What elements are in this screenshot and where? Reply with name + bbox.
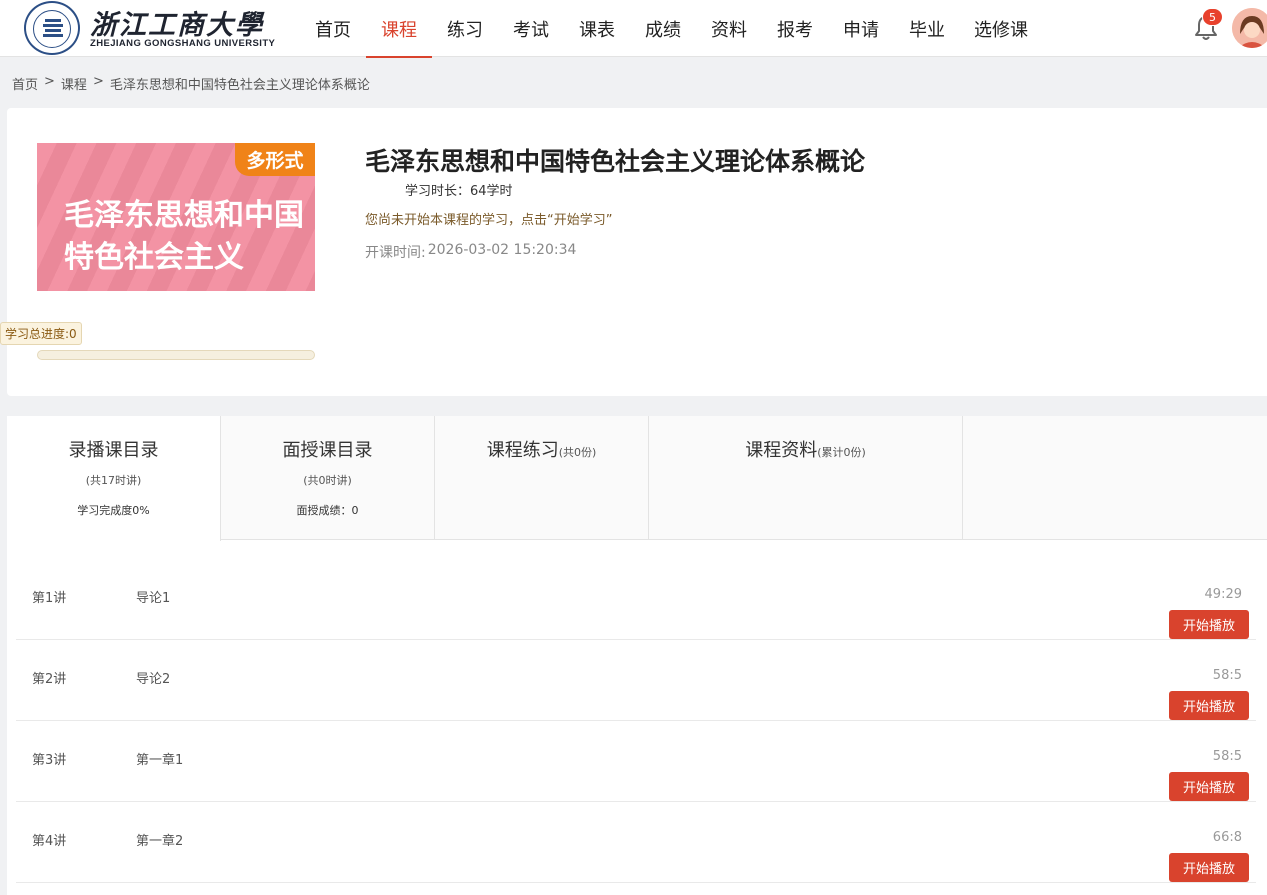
user-avatar[interactable] [1232,8,1267,48]
start-play-button[interactable]: 开始播放 [1169,691,1249,720]
main-nav: 首页 课程 练习 考试 课表 成绩 资料 报考 申请 毕业 选修课 [300,0,1042,58]
lesson-row: 第3讲 第一章1 58:5 开始播放 [16,721,1256,802]
course-start-time: 开课时间: 2026-03-02 15:20:34 [365,242,576,262]
breadcrumb-separator: > [92,74,104,89]
lesson-number: 第2讲 [32,672,67,687]
logo-english-name: ZHEJIANG GONGSHANG UNIVERSITY [90,38,276,49]
lesson-row: 第4讲 第一章2 66:8 开始播放 [16,802,1256,883]
lesson-number: 第1讲 [32,591,67,606]
lesson-duration: 58:5 [1212,749,1242,764]
avatar-icon [1232,8,1267,48]
tab-lesson-count: (共17时讲) [85,474,142,487]
notification-count-badge: 5 [1202,8,1223,26]
nav-materials[interactable]: 资料 [696,0,762,57]
course-cover-image: 多形式 毛泽东思想和中国特色社会主义 [37,143,315,291]
nav-practice[interactable]: 练习 [432,0,498,57]
lesson-name[interactable]: 第一章2 [136,830,183,849]
lesson-name[interactable]: 第一章1 [136,749,183,768]
tab-score: 面授成绩：0 [296,504,359,517]
nav-grades[interactable]: 成绩 [630,0,696,57]
cover-title: 毛泽东思想和中国特色社会主义 [64,198,304,275]
breadcrumb-courses[interactable]: 课程 [61,74,87,93]
start-time-label: 开课时间: [365,245,426,261]
lesson-number: 第4讲 [32,834,67,849]
lesson-duration: 66:8 [1212,830,1242,845]
logo-chinese-name: 浙江工商大學 [90,10,264,41]
progress-bar [37,350,315,360]
tab-count: (共0份) [558,446,597,459]
nav-applications[interactable]: 申请 [828,0,894,57]
nav-graduation[interactable]: 毕业 [894,0,960,57]
lesson-row: 第1讲 导论1 49:29 开始播放 [16,559,1256,640]
nav-exams[interactable]: 考试 [498,0,564,57]
lesson-number: 第3讲 [32,753,67,768]
breadcrumb-home[interactable]: 首页 [12,74,38,93]
tab-title: 课程资料(累计0份) [745,440,866,461]
lesson-name[interactable]: 导论1 [136,587,170,606]
lesson-duration: 49:29 [1204,587,1242,602]
breadcrumb-current: 毛泽东思想和中国特色社会主义理论体系概论 [109,78,370,93]
tab-lesson-count: (共0时讲) [303,474,352,487]
course-tabs: 录播课目录 (共17时讲) 学习完成度0% 面授课目录 (共0时讲) 面授成绩：… [7,416,1267,541]
breadcrumb: 首页 > 课程 > 毛泽东思想和中国特色社会主义理论体系概论 [12,74,370,93]
lesson-list: 第1讲 导论1 49:29 开始播放 第2讲 导论2 58:5 开始播放 第3讲… [16,559,1256,883]
start-play-button[interactable]: 开始播放 [1169,610,1249,639]
cover-tag: 多形式 [235,143,315,176]
tab-title: 课程练习(共0份) [486,440,597,461]
tab-course-practice[interactable]: 课程练习(共0份) [435,416,649,540]
tab-course-materials[interactable]: 课程资料(累计0份) [649,416,963,540]
start-play-button[interactable]: 开始播放 [1169,853,1249,882]
lesson-duration: 58:5 [1212,668,1242,683]
tab-recorded-lessons[interactable]: 录播课目录 (共17时讲) 学习完成度0% [7,416,221,541]
study-hint: 您尚未开始本课程的学习，点击“开始学习” [365,213,613,228]
breadcrumb-separator: > [44,74,55,89]
tab-in-person-lessons[interactable]: 面授课目录 (共0时讲) 面授成绩：0 [221,416,435,540]
start-time-value: 2026-03-02 15:20:34 [427,242,577,258]
university-seal-icon [24,1,80,55]
progress-label: 学习总进度:0 [0,322,82,345]
nav-electives[interactable]: 选修课 [960,0,1042,57]
nav-timetable[interactable]: 课表 [564,0,630,57]
tab-title: 面授课目录 [282,440,373,461]
tab-title: 录播课目录 [68,440,159,461]
lesson-row: 第2讲 导论2 58:5 开始播放 [16,640,1256,721]
course-title: 毛泽东思想和中国特色社会主义理论体系概论 [365,147,866,176]
tab-completion: 学习完成度0% [77,504,150,517]
start-play-button[interactable]: 开始播放 [1169,772,1249,801]
nav-home[interactable]: 首页 [300,0,366,57]
lesson-name[interactable]: 导论2 [136,668,170,687]
nav-courses[interactable]: 课程 [366,0,432,58]
course-content-panel: 录播课目录 (共17时讲) 学习完成度0% 面授课目录 (共0时讲) 面授成绩：… [7,416,1267,895]
course-hours: 学习时长：64学时 [405,184,513,199]
top-nav-bar: 浙江工商大學 ZHEJIANG GONGSHANG UNIVERSITY 首页 … [0,0,1267,58]
university-logo[interactable]: 浙江工商大學 ZHEJIANG GONGSHANG UNIVERSITY [24,1,275,55]
course-info-card: 多形式 毛泽东思想和中国特色社会主义 学习总进度:0 毛泽东思想和中国特色社会主… [0,108,1267,396]
nav-registration[interactable]: 报考 [762,0,828,57]
tab-count: (累计0份) [817,446,866,459]
